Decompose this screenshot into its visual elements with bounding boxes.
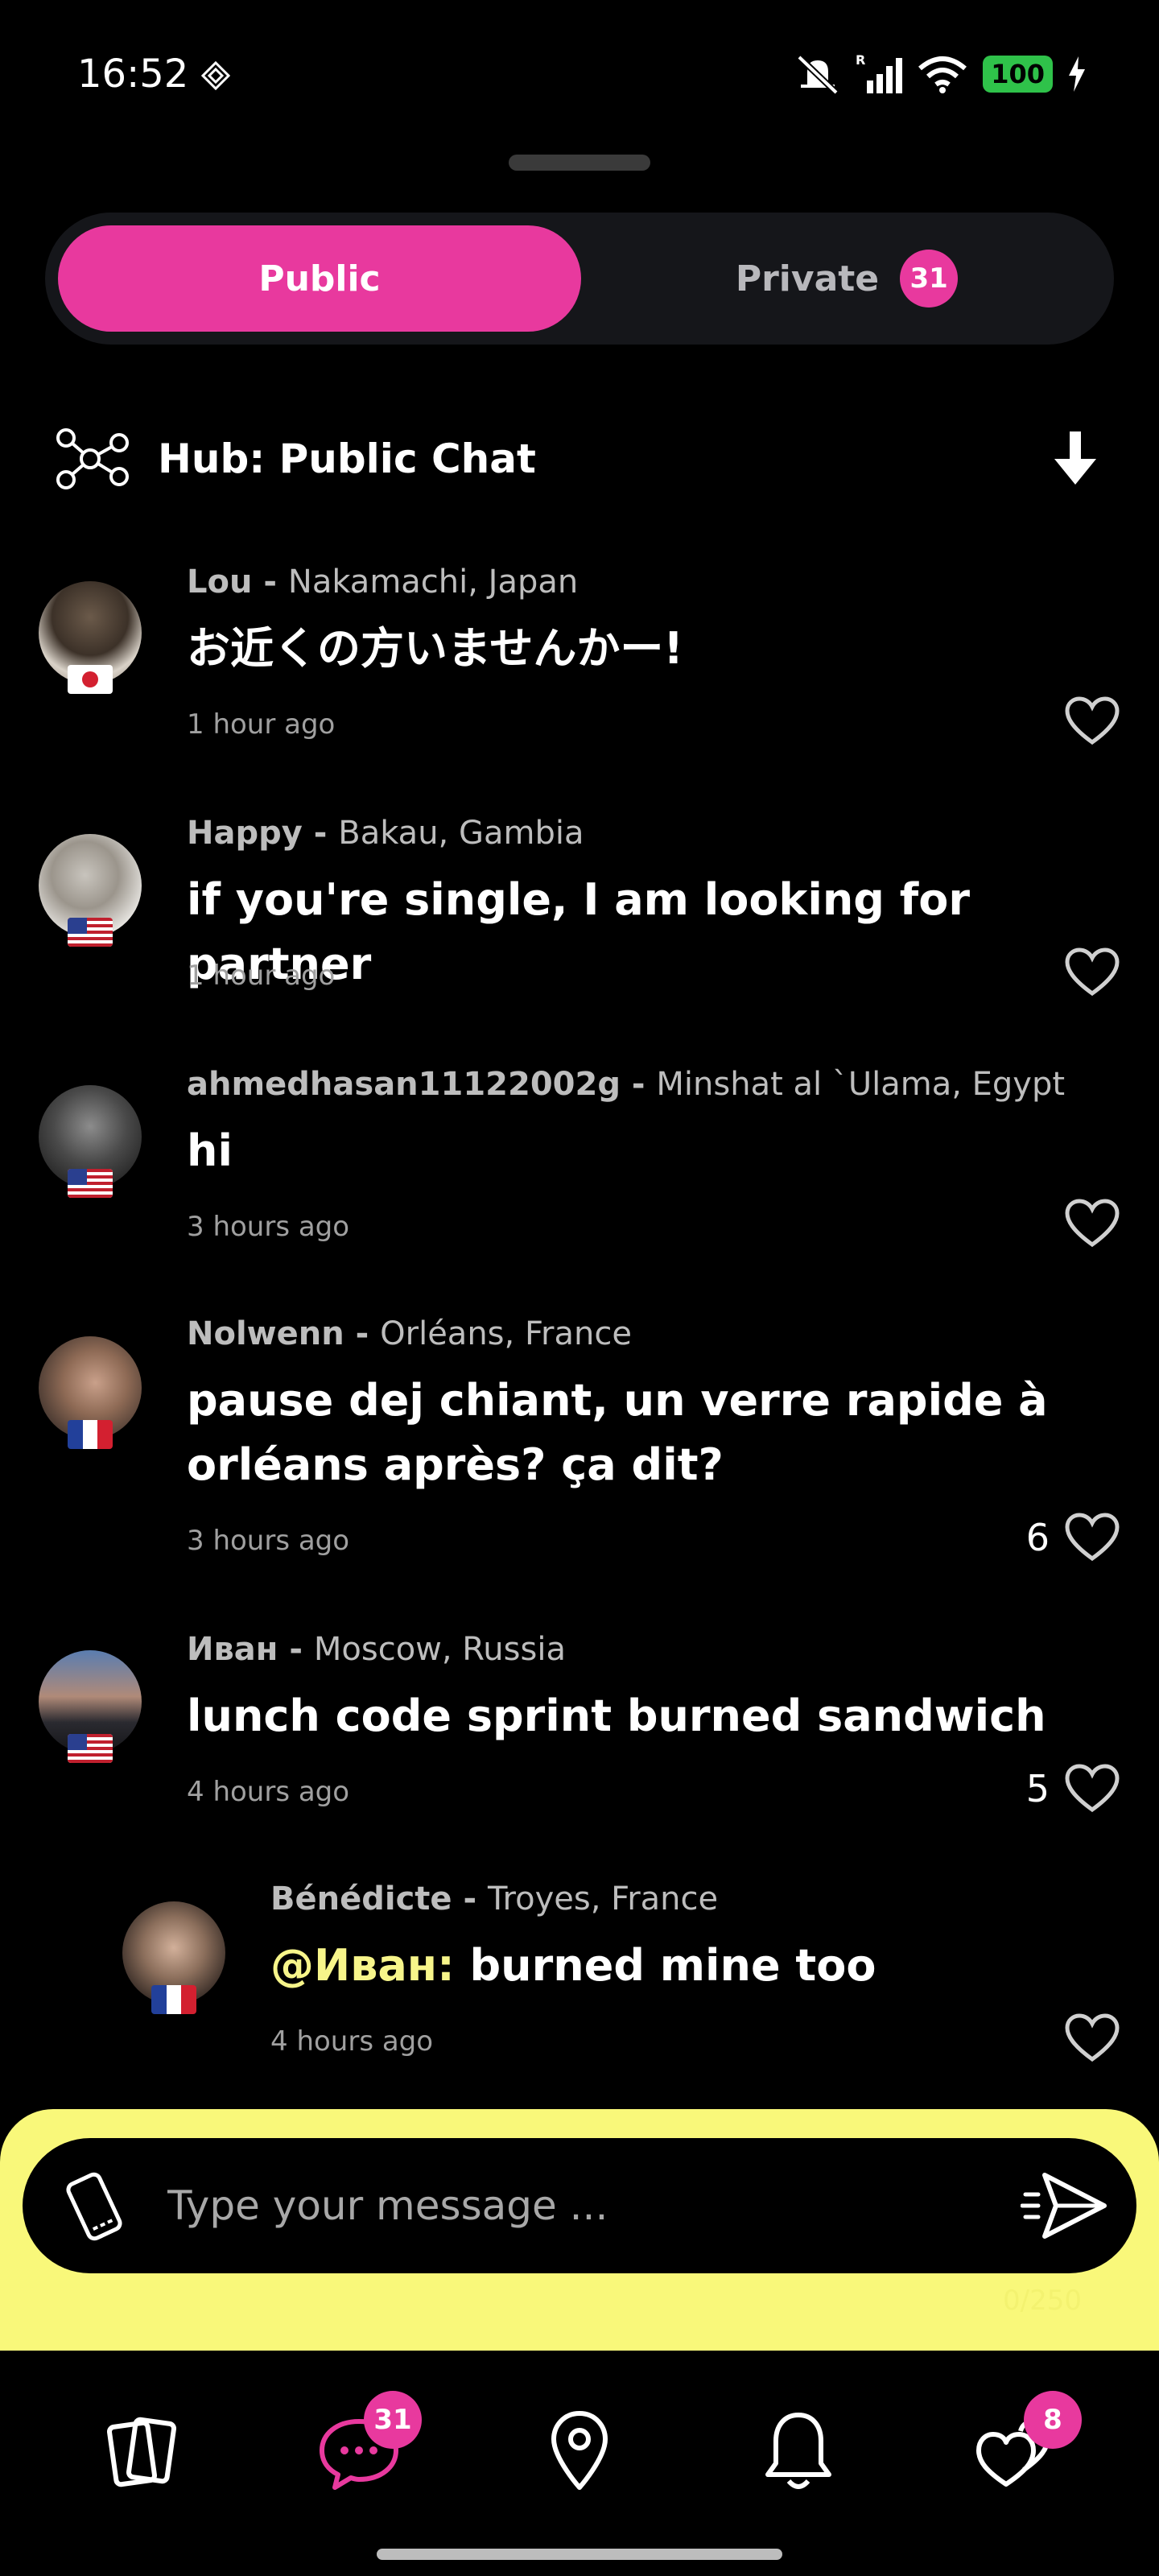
flag-usa-icon [68, 918, 113, 947]
message-item: Иван - Moscow, Russia lunch code sprint … [0, 1631, 1159, 1856]
flag-france-icon [151, 1985, 196, 2014]
message-username[interactable]: Иван [187, 1631, 278, 1668]
send-icon[interactable] [1021, 2167, 1109, 2244]
message-time: 3 hours ago [187, 1525, 350, 1557]
heart-icon [1065, 947, 1120, 997]
message-item: Lou - Nakamachi, Japan お近くの方いませんかー! 1 ho… [0, 564, 1159, 789]
message-text-line2: orléans après? ça dit? [187, 1439, 724, 1490]
like-count: 6 [1025, 1516, 1050, 1559]
message-input[interactable] [167, 2165, 972, 2246]
heart-icon [1065, 1513, 1120, 1562]
mute-icon [797, 55, 839, 94]
flag-usa-icon [68, 1734, 113, 1763]
chat-tabs: Public Private 31 [45, 213, 1114, 345]
heart-icon [1065, 1199, 1120, 1248]
flag-usa-icon [68, 1169, 113, 1198]
message-item: Happy - Bakau, Gambia if you're single, … [0, 815, 1159, 1040]
hub-title: Hub: Public Chat [158, 436, 536, 482]
battery-indicator: 100 [983, 56, 1053, 93]
message-time: 1 hour ago [187, 960, 336, 992]
phone-shake-icon[interactable] [58, 2170, 130, 2243]
like-button[interactable] [1064, 696, 1120, 747]
like-count: 5 [1025, 1767, 1050, 1810]
like-button[interactable] [1064, 947, 1120, 998]
signal-icon: R [856, 53, 903, 93]
message-username[interactable]: Bénédicte [270, 1880, 452, 1918]
message-time: 4 hours ago [187, 1776, 350, 1808]
like-button[interactable] [1064, 2013, 1120, 2064]
message-location: Bakau, Gambia [338, 815, 584, 852]
hub-header: Hub: Public Chat [52, 419, 1107, 499]
character-counter: 0/250 [1003, 2285, 1082, 2317]
message-time: 1 hour ago [187, 708, 336, 741]
like-button[interactable]: 6 [1026, 1512, 1120, 1563]
message-username[interactable]: Happy [187, 815, 303, 852]
message-author-line: ahmedhasan11122002g - Minshat al `Ulama,… [187, 1066, 1066, 1103]
message-location: Minshat al `Ulama, Egypt [656, 1066, 1066, 1103]
chat-unread-badge: 31 [364, 2391, 422, 2449]
like-button[interactable]: 5 [1026, 1763, 1120, 1814]
message-location: Orléans, France [380, 1315, 632, 1352]
message-location: Moscow, Russia [313, 1631, 566, 1668]
message-text: lunch code sprint burned sandwich [187, 1690, 1046, 1741]
message-username[interactable]: ahmedhasan11122002g [187, 1066, 621, 1103]
message-time: 4 hours ago [270, 2025, 434, 2058]
status-icons: R 100 [794, 53, 1087, 95]
message-item: ahmedhasan11122002g - Minshat al `Ulama,… [0, 1066, 1159, 1291]
cards-icon[interactable] [92, 2404, 188, 2500]
message-author-line: Nolwenn - Orléans, France [187, 1315, 632, 1352]
flag-japan-icon [68, 665, 113, 694]
charging-icon [1069, 56, 1085, 92]
like-button[interactable] [1064, 1198, 1120, 1249]
message-text: お近くの方いませんかー! [187, 623, 684, 674]
network-hub-icon [56, 428, 129, 489]
status-bar: 16:52 R 100 [0, 0, 1159, 149]
message-location: Nakamachi, Japan [287, 564, 579, 601]
reply-mention[interactable]: @Иван: [270, 1940, 455, 1991]
message-item: Nolwenn - Orléans, France pause dej chia… [0, 1315, 1159, 1605]
tab-private[interactable]: Private 31 [592, 225, 1101, 332]
tab-private-label: Private [735, 258, 880, 299]
message-author-line: Bénédicte - Troyes, France [270, 1880, 719, 1918]
location-pin-icon[interactable] [531, 2404, 628, 2500]
private-unread-badge: 31 [900, 250, 959, 308]
diamond-icon [201, 61, 230, 90]
message-username[interactable]: Lou [187, 564, 252, 601]
tab-public[interactable]: Public [58, 225, 581, 332]
message-text: hi [187, 1125, 233, 1176]
message-author-line: Happy - Bakau, Gambia [187, 815, 584, 852]
arrow-down-icon[interactable] [1043, 427, 1107, 491]
wifi-icon [918, 56, 967, 93]
sheet-drag-handle[interactable] [509, 155, 650, 171]
bottom-navigation: 31 8 [0, 2351, 1159, 2576]
flag-france-icon [68, 1420, 113, 1449]
message-text-line1: pause dej chiant, un verre rapide à [187, 1375, 1048, 1426]
message-author-line: Lou - Nakamachi, Japan [187, 564, 579, 601]
svg-text:R: R [856, 53, 865, 68]
message-composer: 0/250 [0, 2109, 1159, 2351]
message-reply-item: Bénédicte - Troyes, France @Иван: burned… [0, 1880, 1159, 2106]
heart-icon [1065, 1764, 1120, 1813]
message-text-body: burned mine too [454, 1940, 876, 1991]
heart-icon [1065, 696, 1120, 745]
message-text: @Иван: burned mine too [270, 1934, 876, 1998]
message-username[interactable]: Nolwenn [187, 1315, 344, 1352]
heart-icon [1065, 2013, 1120, 2062]
message-location: Troyes, France [487, 1880, 719, 1918]
matches-badge: 8 [1024, 2391, 1082, 2449]
message-time: 3 hours ago [187, 1211, 350, 1243]
status-time: 16:52 [77, 52, 189, 97]
message-input-container [23, 2138, 1136, 2273]
tab-public-label: Public [258, 258, 381, 299]
home-indicator [377, 2549, 782, 2560]
message-author-line: Иван - Moscow, Russia [187, 1631, 566, 1668]
bell-icon[interactable] [750, 2404, 847, 2500]
